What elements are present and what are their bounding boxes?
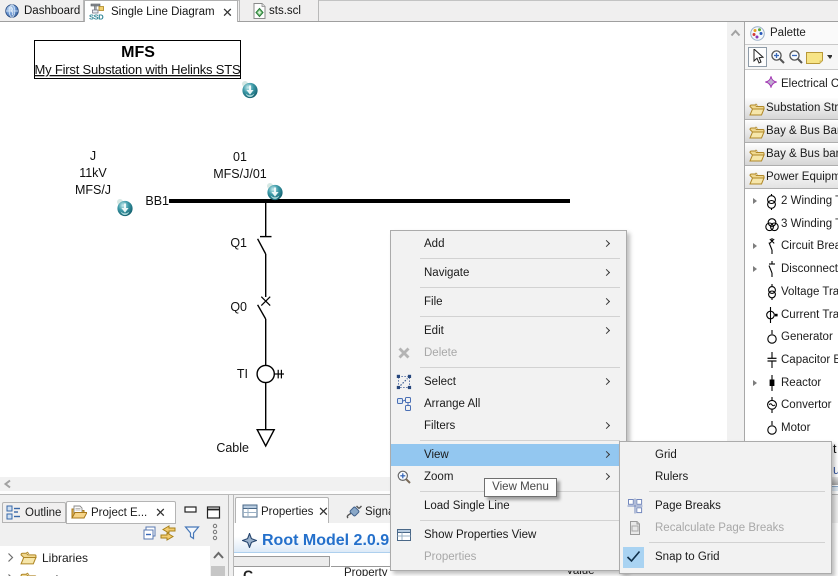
svg-text:11kV: 11kV (79, 166, 107, 180)
svg-text:01: 01 (233, 150, 247, 164)
svg-text:MFS/J: MFS/J (75, 183, 111, 197)
svg-text:SSD: SSD (89, 13, 104, 22)
svg-text:TI: TI (237, 367, 248, 381)
svg-text:Q0: Q0 (230, 300, 247, 314)
svg-text:Q1: Q1 (230, 236, 247, 250)
svg-text:My First Substation with Helin: My First Substation with Helinks STS (35, 62, 241, 77)
svg-text:Cable: Cable (216, 441, 249, 455)
svg-text:MFS/J/01: MFS/J/01 (213, 167, 267, 181)
svg-text:J: J (90, 149, 96, 163)
svg-text:BB1: BB1 (145, 194, 169, 208)
svg-text:MFS: MFS (121, 44, 155, 61)
